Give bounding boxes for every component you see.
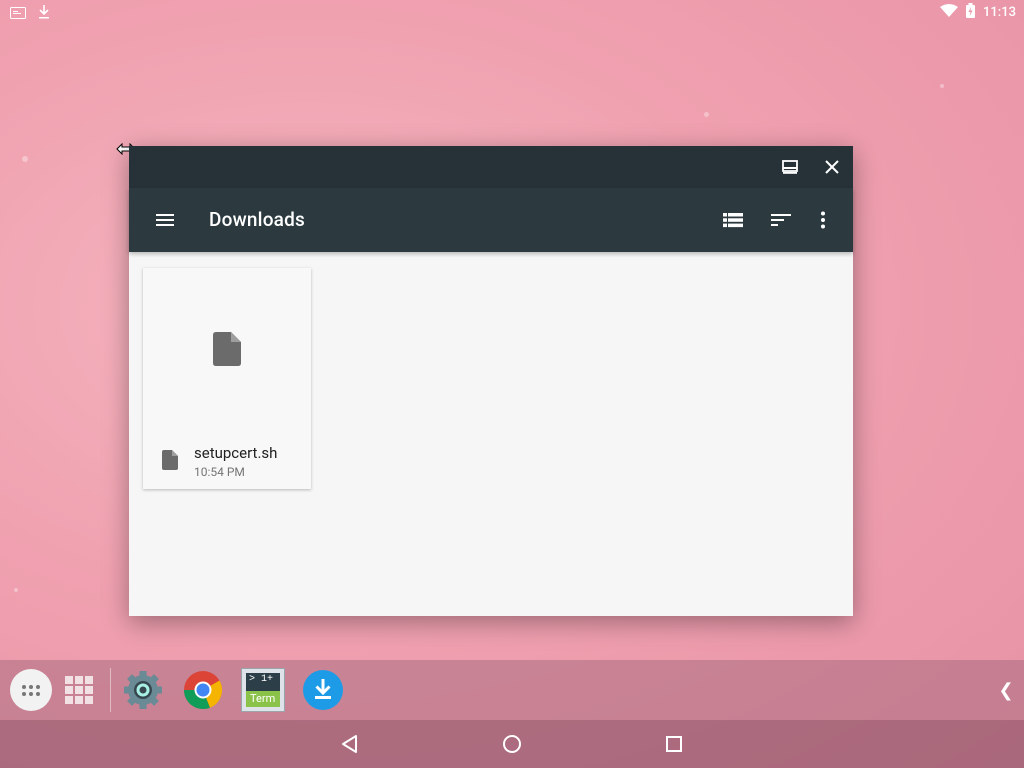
window-caption-bar[interactable] xyxy=(129,146,853,188)
more-vert-icon[interactable] xyxy=(811,208,835,232)
file-date: 10:54 PM xyxy=(194,465,245,479)
terminal-app-icon[interactable]: > 1+ Term xyxy=(241,668,285,712)
maximize-icon[interactable] xyxy=(779,156,801,178)
battery-charging-icon xyxy=(966,3,976,22)
recent-apps-grid-icon[interactable] xyxy=(58,669,100,711)
files-app-window: Downloads setupcert.sh 10:54 PM xyxy=(129,146,853,616)
taskbar-divider xyxy=(110,668,111,712)
file-icon xyxy=(162,450,178,474)
file-name: setupcert.sh xyxy=(194,444,278,462)
status-time: 11:13 xyxy=(983,5,1016,20)
chrome-app-icon[interactable] xyxy=(182,669,224,711)
app-toolbar: Downloads xyxy=(129,188,853,252)
screenshot-notification-icon xyxy=(10,4,26,23)
hamburger-menu-icon[interactable] xyxy=(153,208,177,232)
downloads-app-icon[interactable] xyxy=(302,669,344,711)
close-icon[interactable] xyxy=(821,156,843,178)
sort-icon[interactable] xyxy=(769,208,793,232)
wallpaper-sparkle xyxy=(22,156,28,162)
wallpaper-sparkle xyxy=(940,84,944,88)
collapse-arrow-glyph: ❮ xyxy=(998,679,1014,701)
file-grid: setupcert.sh 10:54 PM xyxy=(129,252,853,616)
all-apps-button[interactable] xyxy=(10,669,52,711)
page-title: Downloads xyxy=(209,208,306,231)
file-card[interactable]: setupcert.sh 10:54 PM xyxy=(143,268,311,489)
wifi-icon xyxy=(940,3,959,22)
terminal-label-top: > 1+ xyxy=(249,674,274,685)
home-icon[interactable] xyxy=(500,732,524,756)
wallpaper-sparkle xyxy=(14,588,18,592)
wallpaper-sparkle xyxy=(704,112,709,117)
file-thumbnail-icon xyxy=(213,332,241,370)
status-bar: 11:13 xyxy=(0,0,1024,24)
navigation-bar xyxy=(0,720,1024,768)
terminal-label-bottom: Term xyxy=(250,692,276,705)
back-icon[interactable] xyxy=(338,732,362,756)
taskbar: > 1+ Term ❮ xyxy=(0,660,1024,720)
list-view-icon[interactable] xyxy=(721,208,745,232)
download-notification-icon xyxy=(38,4,50,23)
recents-icon[interactable] xyxy=(662,732,686,756)
settings-app-icon[interactable] xyxy=(122,669,164,711)
taskbar-collapse-arrow-icon[interactable]: ❮ xyxy=(994,669,1018,711)
